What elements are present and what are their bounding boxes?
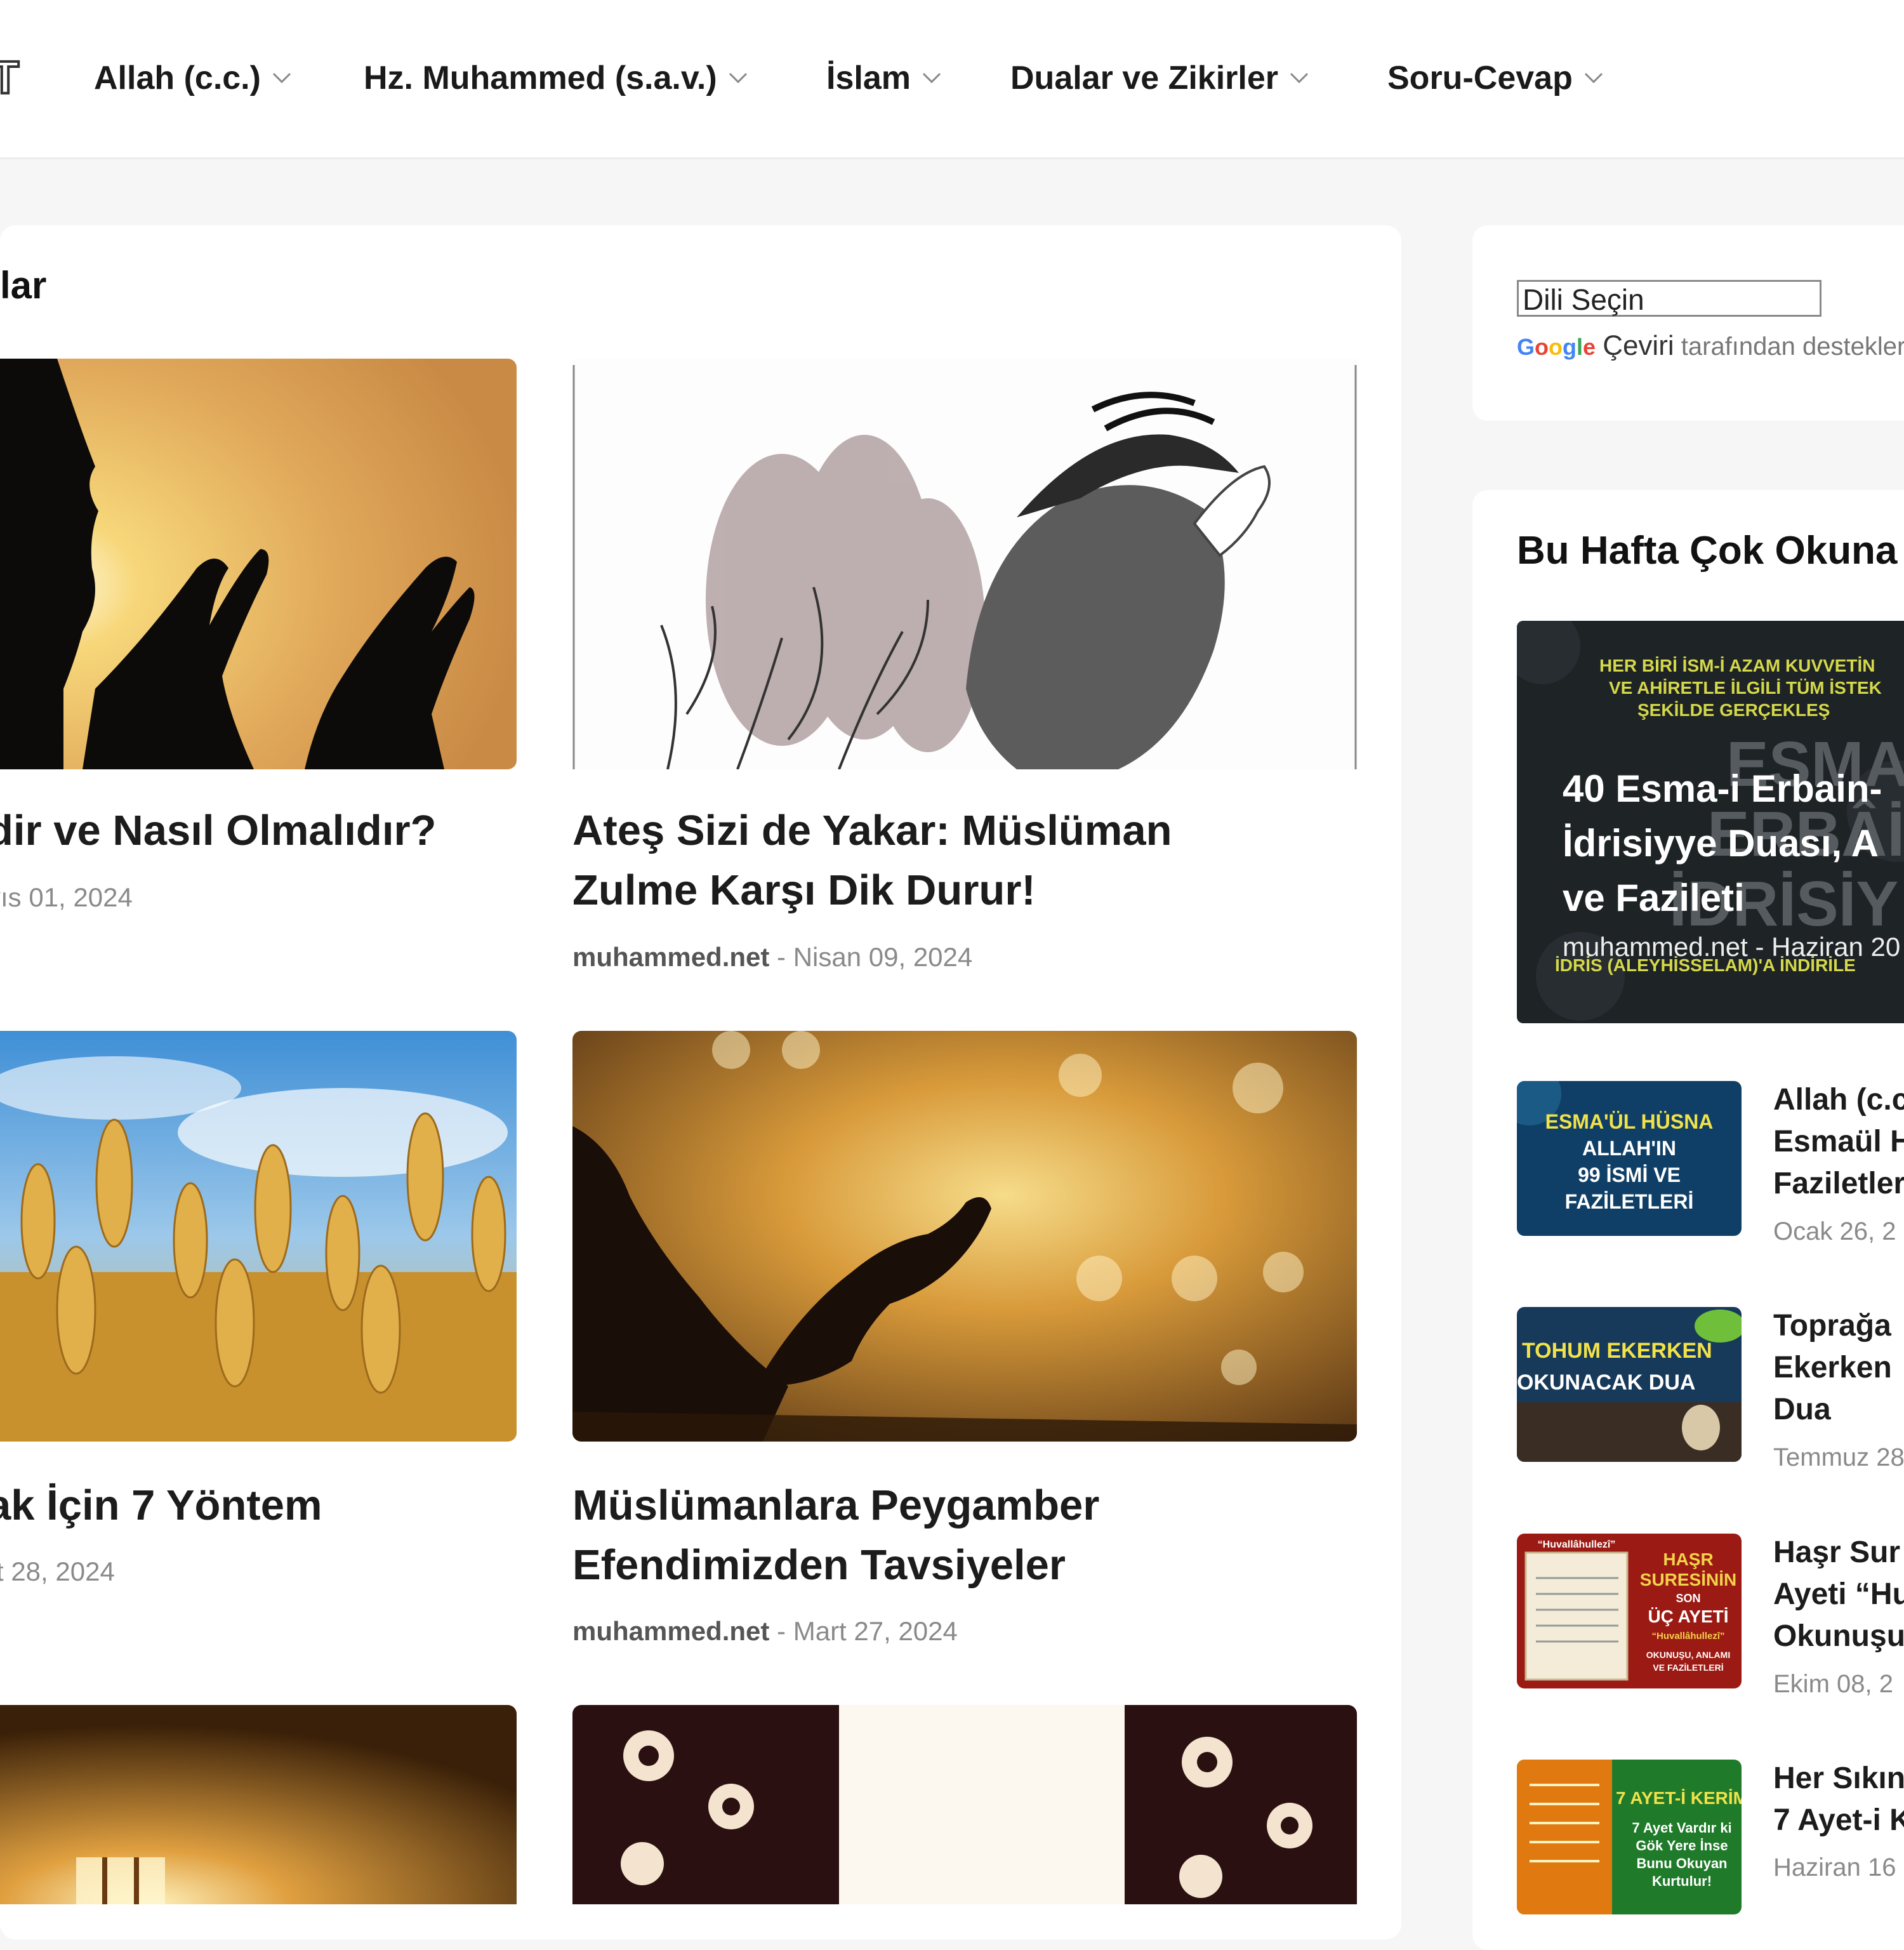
powered-by-text: tarafından destekler [1681, 333, 1904, 361]
svg-text:ALLAH'IN: ALLAH'IN [1582, 1137, 1676, 1160]
nav-item-hz-muhammed[interactable]: Hz. Muhammed (s.a.v.) [364, 56, 748, 100]
article-meta: yıs 01, 2024 [0, 882, 133, 913]
meta-separator: - [769, 1616, 793, 1646]
svg-text:HER BİRİ İSM-İ AZAM KUVVETİN: HER BİRİ İSM-İ AZAM KUVVETİN [1599, 656, 1875, 675]
article-meta: rt 28, 2024 [0, 1556, 115, 1587]
article-image[interactable] [572, 359, 1357, 769]
featured-post-meta: muhammed.net - Haziran 20 [1563, 932, 1901, 962]
svg-text:Bunu Okuyan: Bunu Okuyan [1636, 1855, 1727, 1871]
svg-text:99 İSMİ VE: 99 İSMİ VE [1578, 1164, 1681, 1186]
article-image[interactable] [572, 1031, 1357, 1442]
article-date: Mart 27, 2024 [793, 1616, 958, 1646]
popular-section-title: Bu Hafta Çok Okuna [1517, 529, 1898, 573]
article-author[interactable]: muhammed.net [572, 1616, 769, 1646]
article-date: yıs 01, 2024 [0, 882, 133, 912]
nav-item-label: Soru-Cevap [1387, 60, 1573, 96]
site-logo[interactable]: T [0, 50, 29, 107]
svg-text:“Huvallâhullezî”: “Huvallâhullezî” [1538, 1539, 1616, 1550]
popular-item-title[interactable]: Allah (c.c Esmaül H Faziletler [1773, 1079, 1904, 1205]
meta-separator: - [769, 942, 793, 972]
popular-item-title[interactable]: Her Sıkın 7 Ayet-i K [1773, 1758, 1904, 1841]
svg-text:ESMA'ÜL HÜSNA: ESMA'ÜL HÜSNA [1545, 1110, 1714, 1133]
svg-text:ÜÇ AYETİ: ÜÇ AYETİ [1648, 1607, 1728, 1626]
svg-text:7 Ayet Vardır ki: 7 Ayet Vardır ki [1632, 1820, 1731, 1836]
article-date: Nisan 09, 2024 [793, 942, 973, 972]
article-title[interactable]: Müslümanlara Peygamber Efendimizden Tavs… [572, 1476, 1099, 1595]
nav-item-label: İslam [826, 60, 911, 96]
nav-item-dualar[interactable]: Dualar ve Zikirler [1010, 56, 1309, 100]
popular-thumbnail[interactable]: TOHUM EKERKEN OKUNACAK DUA [1517, 1307, 1742, 1462]
svg-text:Kurtulur!: Kurtulur! [1652, 1873, 1712, 1889]
popular-item-date: Haziran 16 [1773, 1854, 1896, 1881]
google-translate-attribution: Google Çeviri tarafından destekler [1517, 330, 1904, 362]
svg-text:HAŞR: HAŞR [1663, 1549, 1713, 1569]
article-meta: muhammed.net - Mart 27, 2024 [572, 1616, 958, 1647]
nav-item-allah[interactable]: Allah (c.c.) [94, 56, 291, 100]
popular-item-title[interactable]: Haşr Sur Ayeti “Hu Okunuşu [1773, 1532, 1904, 1657]
svg-text:TOHUM EKERKEN: TOHUM EKERKEN [1522, 1339, 1712, 1363]
svg-text:Gök Yere İnse: Gök Yere İnse [1636, 1838, 1728, 1854]
article-image[interactable] [0, 1705, 517, 1904]
popular-thumbnail[interactable]: ESMA'ÜL HÜSNA ALLAH'IN 99 İSMİ VE FAZİLE… [1517, 1081, 1742, 1236]
svg-text:OKUNUŞU, ANLAMI: OKUNUŞU, ANLAMI [1646, 1650, 1730, 1660]
article-image[interactable] [572, 1705, 1357, 1904]
chevron-down-icon [729, 72, 747, 84]
article-author[interactable]: muhammed.net [572, 942, 769, 972]
article-title[interactable]: ak İçin 7 Yöntem [0, 1476, 322, 1535]
popular-thumbnail[interactable]: 7 AYET-İ KERİM 7 Ayet Vardır ki Gök Yere… [1517, 1760, 1742, 1914]
article-image[interactable] [0, 1031, 517, 1442]
article-date: rt 28, 2024 [0, 1556, 115, 1586]
svg-text:OKUNACAK DUA: OKUNACAK DUA [1517, 1370, 1695, 1395]
site-header: T Allah (c.c.) Hz. Muhammed (s.a.v.) İsl… [0, 0, 1904, 159]
translate-widget [1472, 225, 1904, 421]
popular-item-date: Temmuz 28 [1773, 1443, 1904, 1471]
translate-link[interactable]: Çeviri [1603, 330, 1674, 361]
nav-item-soru-cevap[interactable]: Soru-Cevap [1387, 56, 1603, 100]
svg-text:SURESİNİN: SURESİNİN [1640, 1570, 1736, 1589]
popular-item-date: Ekim 08, 2 [1773, 1670, 1893, 1698]
google-logo: Google [1517, 334, 1596, 360]
svg-text:FAZİLETLERİ: FAZİLETLERİ [1565, 1190, 1694, 1213]
svg-text:SON: SON [1676, 1592, 1700, 1605]
section-title: lar [0, 264, 47, 307]
nav-item-label: Allah (c.c.) [94, 60, 261, 96]
article-meta: muhammed.net - Nisan 09, 2024 [572, 942, 972, 972]
chevron-down-icon [1584, 72, 1603, 84]
svg-text:“Huvallâhullezî”: “Huvallâhullezî” [1651, 1631, 1724, 1642]
article-title[interactable]: Ateş Sizi de Yakar: Müslüman Zulme Karşı… [572, 801, 1172, 920]
popular-item-date: Ocak 26, 2 [1773, 1217, 1896, 1245]
svg-text:ŞEKİLDE GERÇEKLEŞ: ŞEKİLDE GERÇEKLEŞ [1637, 700, 1830, 720]
featured-post[interactable]: HER BİRİ İSM-İ AZAM KUVVETİN VE AHİRETLE… [1517, 621, 1904, 1023]
chevron-down-icon [1290, 72, 1309, 84]
language-select[interactable]: Dili Seçin [1517, 280, 1821, 317]
nav-item-islam[interactable]: İslam [826, 56, 941, 100]
nav-item-label: Dualar ve Zikirler [1010, 60, 1278, 96]
svg-text:VE FAZİLETLERİ: VE FAZİLETLERİ [1653, 1662, 1723, 1673]
svg-text:VE AHİRETLE İLGİLİ TÜM İSTEK: VE AHİRETLE İLGİLİ TÜM İSTEK [1609, 678, 1882, 698]
article-image[interactable] [0, 359, 517, 769]
popular-item-title[interactable]: Toprağa Ekerken Dua [1773, 1305, 1892, 1431]
chevron-down-icon [272, 72, 291, 84]
featured-post-title: 40 Esma-i Erbain- İdrisiyye Duası, A ve … [1563, 767, 1882, 919]
svg-text:7 AYET-İ KERİM: 7 AYET-İ KERİM [1616, 1788, 1742, 1808]
chevron-down-icon [922, 72, 941, 84]
popular-thumbnail[interactable]: “Huvallâhullezî” HAŞR SURESİNİN SON ÜÇ A… [1517, 1534, 1742, 1688]
nav-item-label: Hz. Muhammed (s.a.v.) [364, 60, 717, 96]
article-title[interactable]: dir ve Nasıl Olmalıdır? [0, 801, 436, 861]
